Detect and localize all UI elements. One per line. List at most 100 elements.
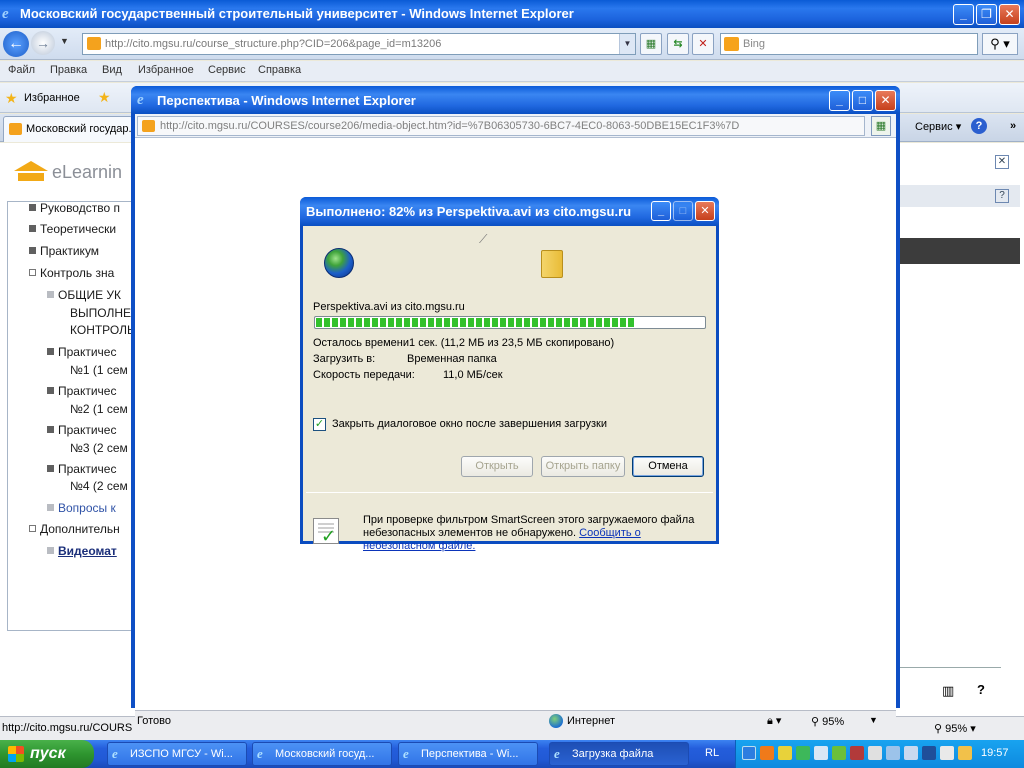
protected-mode-icon[interactable]: 🔒︎ ▾ <box>767 714 781 728</box>
favorites-button[interactable]: Избранное <box>24 92 80 104</box>
tree-item-label: КОНТРОЛЬ <box>70 323 135 337</box>
minimize-button[interactable]: _ <box>953 4 974 25</box>
tray-app-icon[interactable] <box>832 746 846 760</box>
status-ready: Готово <box>137 715 171 727</box>
taskbar-button-label: Загрузка файла <box>572 748 654 760</box>
tree-item[interactable]: Дополнительн <box>29 522 120 536</box>
tools-menu-button[interactable]: Сервис ▾ <box>915 120 961 133</box>
address-dropdown-icon[interactable]: ▼ <box>619 34 635 54</box>
tree-item[interactable]: Практичес <box>47 345 116 359</box>
open-button: Открыть <box>461 456 533 477</box>
tray-bluetooth-icon[interactable] <box>742 746 756 760</box>
help-icon[interactable]: ? <box>971 118 987 134</box>
tray-app-icon[interactable] <box>940 746 954 760</box>
tray-app-icon[interactable] <box>778 746 792 760</box>
tree-item-label: Контроль зна <box>40 266 115 280</box>
close-button[interactable]: ✕ <box>999 4 1020 25</box>
tray-app-icon[interactable] <box>958 746 972 760</box>
close-panel-icon[interactable]: ✕ <box>995 155 1009 169</box>
menu-favorites[interactable]: Избранное <box>138 64 194 76</box>
tree-item[interactable]: Контроль зна <box>29 266 114 280</box>
tree-item[interactable]: Практичес <box>47 423 116 437</box>
forward-arrow-icon[interactable]: → <box>31 31 55 55</box>
taskbar-button-download[interactable]: e Загрузка файла <box>549 742 689 766</box>
menu-help[interactable]: Справка <box>258 64 301 76</box>
dialog-close-button[interactable]: ✕ <box>695 201 715 221</box>
tree-item[interactable]: Практикум <box>29 244 99 258</box>
tree-item[interactable]: Теоретически <box>29 222 116 236</box>
popup-close-button[interactable]: ✕ <box>875 90 896 111</box>
menu-tools[interactable]: Сервис <box>208 64 246 76</box>
tree-item[interactable]: Видеомат <box>47 544 117 558</box>
transfer-speed-row: Скорость передачи: 11,0 МБ/сек <box>313 369 613 383</box>
language-indicator[interactable]: RL <box>705 747 719 759</box>
tree-item[interactable]: №4 (2 сем <box>70 479 128 493</box>
history-dropdown-icon[interactable]: ▼ <box>60 36 69 46</box>
favorites-star-icon[interactable]: ★ <box>5 90 18 107</box>
download-dialog-titlebar[interactable]: Выполнено: 82% из Perspektiva.avi из cit… <box>300 197 719 226</box>
dialog-minimize-button[interactable]: _ <box>651 201 671 221</box>
tree-expander-icon[interactable] <box>29 525 36 532</box>
tree-item[interactable]: Практичес <box>47 384 116 398</box>
tree-item-label: Практичес <box>58 345 117 359</box>
taskbar-button-mgsu[interactable]: e Московский госуд... <box>252 742 392 766</box>
tray-app-icon[interactable] <box>850 746 864 760</box>
tree-item[interactable]: №2 (1 сем <box>70 402 128 416</box>
main-window-controls: _ ❐ ✕ <box>953 4 1020 25</box>
tree-item[interactable]: Вопросы к <box>47 501 116 515</box>
tray-app-icon[interactable] <box>760 746 774 760</box>
zoom-level[interactable]: ⚲ 95% ▾ <box>934 722 976 735</box>
cancel-button[interactable]: Отмена <box>632 456 704 477</box>
help-icon[interactable]: ? <box>977 682 985 697</box>
add-favorite-icon[interactable]: ★ <box>98 89 111 106</box>
popup-maximize-button[interactable]: □ <box>852 90 873 111</box>
tray-network-icon[interactable] <box>886 746 900 760</box>
tree-item[interactable]: ОБЩИЕ УК <box>47 288 121 302</box>
popup-address-field[interactable]: http://cito.mgsu.ru/COURSES/course206/me… <box>137 116 865 136</box>
dialog-controls: _ □ ✕ <box>651 201 715 221</box>
tab-label: Московский государ... <box>26 123 133 135</box>
zoom-dropdown-icon[interactable]: ▼ <box>869 715 878 725</box>
popup-minimize-button[interactable]: _ <box>829 90 850 111</box>
compatibility-view-icon[interactable]: ▦ <box>640 33 662 55</box>
taskbar-button-perspektiva[interactable]: e Перспектива - Wi... <box>398 742 538 766</box>
popup-titlebar[interactable]: e Перспектива - Windows Internet Explore… <box>131 86 900 114</box>
panel-help-icon[interactable]: ? <box>995 189 1009 203</box>
start-button[interactable]: пуск <box>0 740 94 768</box>
taskbar-button-izspo[interactable]: e ИЗСПО МГСУ - Wi... <box>107 742 247 766</box>
tray-app-icon[interactable] <box>922 746 936 760</box>
clock[interactable]: 19:57 <box>981 747 1009 759</box>
more-commands-icon[interactable]: » <box>1010 120 1016 132</box>
tree-item[interactable]: №1 (1 сем <box>70 363 128 377</box>
close-on-complete-label[interactable]: Закрыть диалоговое окно после завершения… <box>332 418 607 430</box>
address-bar[interactable]: http://cito.mgsu.ru/course_structure.php… <box>82 33 636 55</box>
tree-item[interactable]: Руководство п <box>29 202 120 215</box>
close-on-complete-checkbox[interactable]: ✓ <box>313 418 326 431</box>
tray-app-icon[interactable] <box>814 746 828 760</box>
tab-main-page[interactable]: Московский государ... <box>3 116 133 142</box>
taskbar-button-label: ИЗСПО МГСУ - Wi... <box>130 748 233 760</box>
taskbar: пуск e ИЗСПО МГСУ - Wi... e Московский г… <box>0 740 1024 768</box>
search-input[interactable]: Bing <box>720 33 978 55</box>
transfer-speed-value: 11,0 МБ/сек <box>443 369 503 381</box>
tree-expander-icon[interactable] <box>29 269 36 276</box>
tree-item[interactable]: Практичес <box>47 462 116 476</box>
tray-volume-icon[interactable] <box>868 746 882 760</box>
tray-app-icon[interactable] <box>796 746 810 760</box>
tray-app-icon[interactable] <box>904 746 918 760</box>
compatibility-view-icon[interactable]: ▦ <box>871 116 891 136</box>
popup-zoom-level[interactable]: ⚲ 95% <box>811 715 844 728</box>
menu-view[interactable]: Вид <box>102 64 122 76</box>
menu-edit[interactable]: Правка <box>50 64 87 76</box>
menu-file[interactable]: Файл <box>8 64 35 76</box>
stop-icon[interactable]: ✕ <box>692 33 714 55</box>
main-window-titlebar[interactable]: e Московский государственный строительны… <box>0 0 1024 28</box>
back-arrow-icon[interactable]: ← <box>3 31 29 57</box>
tree-item[interactable]: №3 (2 сем <box>70 441 128 455</box>
refresh-icon[interactable]: ⇆ <box>667 33 689 55</box>
tree-item[interactable]: КОНТРОЛЬ <box>70 323 135 337</box>
restore-button[interactable]: ❐ <box>976 4 997 25</box>
search-icon[interactable]: ⚲ ▾ <box>982 33 1018 55</box>
tree-item[interactable]: ВЫПОЛНЕН <box>70 306 136 320</box>
book-icon[interactable]: ▥ <box>942 683 954 699</box>
